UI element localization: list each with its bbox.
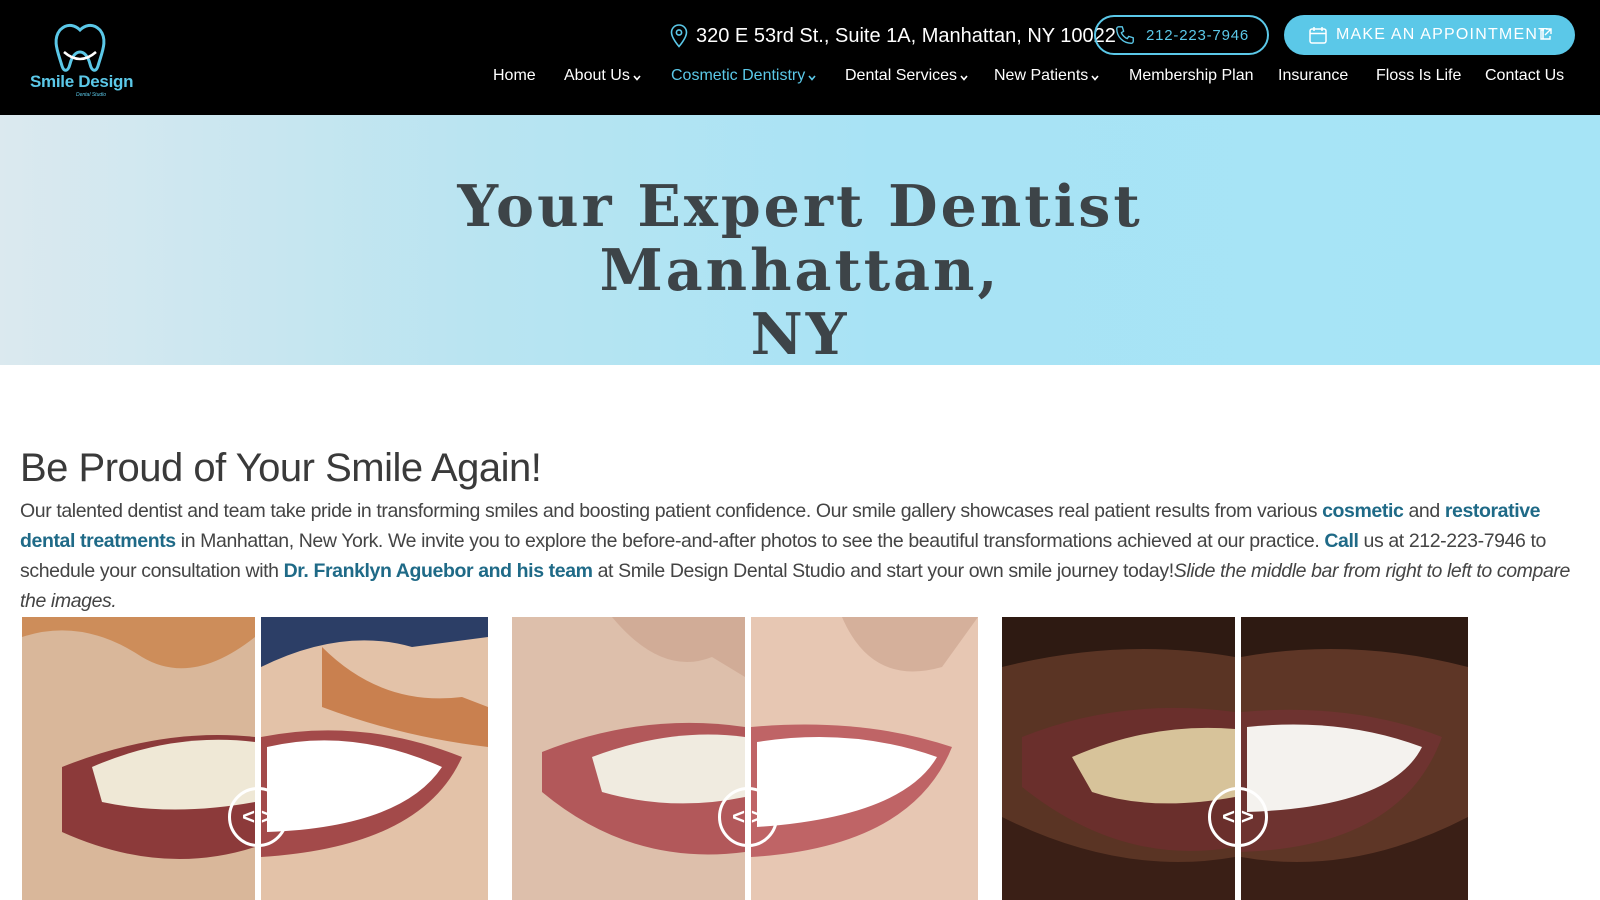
external-link-icon — [1540, 28, 1552, 40]
section-heading: Be Proud of Your Smile Again! — [20, 446, 542, 490]
hero-banner: Your Expert Dentist Manhattan, NY — [0, 115, 1600, 367]
smile-photo — [512, 617, 978, 900]
address-link[interactable]: 320 E 53rd St., Suite 1A, Manhattan, NY … — [670, 22, 1116, 50]
before-after-slider-3[interactable]: < > — [1002, 617, 1468, 900]
appointment-label: Make an Appointment — [1336, 26, 1550, 43]
doctor-link[interactable]: Dr. Franklyn Aguebor and his team — [284, 560, 593, 582]
intro-text: and — [1403, 500, 1445, 522]
calendar-icon — [1309, 27, 1327, 44]
nav-label: Contact Us — [1485, 67, 1565, 84]
nav-label: Floss Is Life — [1376, 67, 1462, 84]
make-appointment-button[interactable]: Make an Appointment — [1284, 15, 1575, 55]
nav-label: Dental Services — [845, 67, 958, 84]
nav-floss-is-life[interactable]: Floss Is Life — [1376, 67, 1461, 85]
address-text: 320 E 53rd St., Suite 1A, Manhattan, NY … — [696, 24, 1116, 47]
compare-slider-handle[interactable]: < > — [228, 787, 288, 847]
chevron-down-icon — [960, 75, 968, 81]
intro-text: Our talented dentist and team take pride… — [20, 500, 1323, 522]
intro-text: at Smile Design Dental Studio and start … — [592, 560, 1175, 582]
smile-photo — [1002, 617, 1468, 900]
phone-icon — [1116, 26, 1134, 44]
chevron-down-icon — [808, 75, 816, 81]
nav-dental-services[interactable]: Dental Services — [845, 67, 968, 85]
intro-text: in Manhattan, New York. We invite you to… — [175, 530, 1325, 552]
compare-slider-handle[interactable]: < > — [718, 787, 778, 847]
nav-label: Insurance — [1278, 67, 1349, 84]
nav-label: Membership Plan — [1129, 67, 1254, 84]
hero-title-line2: NY — [750, 301, 850, 368]
cosmetic-link[interactable]: cosmetic — [1322, 500, 1404, 522]
nav-home[interactable]: Home — [493, 67, 536, 85]
nav-label: Home — [493, 67, 536, 84]
before-after-slider-2[interactable]: < > — [512, 617, 978, 900]
call-link[interactable]: Call — [1324, 530, 1359, 552]
nav-membership-plan[interactable]: Membership Plan — [1129, 67, 1254, 85]
chevron-down-icon — [633, 75, 641, 81]
nav-label: New Patients — [994, 67, 1089, 84]
nav-label: Cosmetic Dentistry — [671, 67, 806, 84]
nav-new-patients[interactable]: New Patients — [994, 67, 1099, 85]
map-pin-icon — [670, 24, 688, 48]
hero-title-line1: Your Expert Dentist Manhattan, — [457, 173, 1143, 304]
site-header: Smile Design Dental Studio 320 E 53rd St… — [0, 0, 1600, 115]
nav-about-us[interactable]: About Us — [564, 67, 641, 85]
nav-cosmetic-dentistry[interactable]: Cosmetic Dentistry — [671, 67, 816, 85]
nav-contact-us[interactable]: Contact Us — [1485, 67, 1564, 85]
phone-number: 212-223-7946 — [1145, 26, 1249, 44]
main-nav: Home About Us Cosmetic Dentistry Dental … — [0, 67, 1600, 91]
nav-insurance[interactable]: Insurance — [1278, 67, 1348, 85]
chevron-down-icon — [1091, 75, 1099, 81]
hero-title: Your Expert Dentist Manhattan, NY — [300, 175, 1300, 367]
phone-button[interactable]: 212-223-7946 — [1094, 15, 1269, 55]
smile-photo — [22, 617, 488, 900]
before-after-slider-1[interactable]: < > — [22, 617, 488, 900]
compare-slider-handle[interactable]: < > — [1208, 787, 1268, 847]
intro-paragraph: Our talented dentist and team take pride… — [20, 496, 1590, 616]
nav-label: About Us — [564, 67, 630, 84]
logo-subtitle: Dental Studio — [76, 92, 107, 98]
